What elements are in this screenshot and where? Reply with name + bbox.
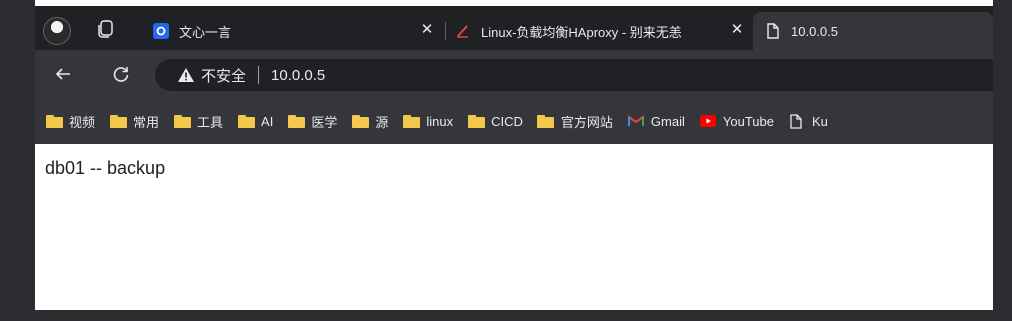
close-tab-icon[interactable]: ✕ — [419, 22, 435, 38]
page-content: db01 -- backup — [35, 144, 993, 310]
folder-icon — [173, 114, 191, 128]
bookmark-label: linux — [426, 113, 454, 129]
bookmarks-bar: 视频 常用 工具 AI 医学 源 linux CICD 官方网站 Gmail Y… — [35, 98, 993, 144]
folder-icon — [287, 114, 305, 128]
tab-title: Linux-负载均衡HAproxy - 别来无恙 — [481, 24, 682, 40]
address-bar[interactable]: 不安全 10.0.0.5 — [155, 59, 993, 91]
bookmark-label: 工具 — [197, 114, 224, 130]
warning-icon[interactable] — [177, 67, 195, 83]
toolbar: 不安全 10.0.0.5 — [35, 50, 993, 98]
bookmark-folder-linux[interactable]: linux — [402, 114, 453, 129]
bookmark-label: CICD — [491, 113, 523, 129]
bookmark-label: Ku — [811, 113, 828, 129]
tab-title: 10.0.0.5 — [791, 23, 838, 39]
tab-actions-icon[interactable] — [95, 18, 117, 40]
security-status-label[interactable]: 不安全 — [201, 65, 246, 86]
url-text[interactable]: 10.0.0.5 — [271, 67, 325, 84]
bookmark-label: 官方网站 — [560, 114, 613, 130]
bookmark-ku[interactable]: Ku — [788, 114, 828, 129]
address-separator — [258, 66, 260, 84]
tab-title: 文心一言 — [179, 24, 232, 40]
browser-window: 文心一言 ✕ Linux-负载均衡HAproxy - 别来无恙 ✕ 10.0.0 — [35, 0, 993, 310]
page-icon — [788, 113, 806, 129]
bookmark-label: 医学 — [311, 114, 338, 130]
bookmark-folder-tools[interactable]: 工具 — [173, 112, 223, 131]
tab-haproxy[interactable]: Linux-负载均衡HAproxy - 别来无恙 ✕ — [443, 12, 753, 50]
bookmark-youtube[interactable]: YouTube — [699, 114, 774, 129]
page-icon — [765, 23, 781, 39]
folder-icon — [537, 114, 555, 128]
profile-avatar[interactable] — [43, 17, 71, 45]
folder-icon — [45, 114, 63, 128]
bookmark-label: YouTube — [722, 113, 774, 129]
youtube-icon — [699, 114, 717, 128]
folder-icon — [402, 114, 420, 128]
bookmark-label: 视频 — [69, 114, 96, 130]
folder-icon — [467, 114, 485, 128]
bookmark-label: Gmail — [650, 113, 685, 129]
reload-icon[interactable] — [109, 62, 133, 86]
bookmark-gmail[interactable]: Gmail — [627, 114, 685, 129]
bookmark-folder-common[interactable]: 常用 — [109, 112, 159, 131]
page-body-text: db01 -- backup — [45, 158, 166, 178]
folder-icon — [109, 114, 127, 128]
baidu-ernie-icon — [153, 23, 169, 39]
back-arrow-icon[interactable] — [51, 62, 75, 86]
bookmark-label: 源 — [375, 114, 389, 130]
bookmark-folder-source[interactable]: 源 — [351, 112, 388, 131]
bookmark-folder-ai[interactable]: AI — [237, 114, 273, 129]
tab-active[interactable]: 10.0.0.5 — [753, 12, 993, 50]
bookmark-folder-video[interactable]: 视频 — [45, 112, 95, 131]
tab-wenxin[interactable]: 文心一言 ✕ — [153, 12, 443, 50]
bookmark-label: AI — [261, 113, 274, 129]
bookmark-folder-cicd[interactable]: CICD — [467, 114, 523, 129]
close-tab-icon[interactable]: ✕ — [729, 22, 745, 38]
pen-icon — [455, 23, 471, 39]
folder-icon — [237, 114, 255, 128]
tab-strip: 文心一言 ✕ Linux-负载均衡HAproxy - 别来无恙 ✕ 10.0.0 — [35, 6, 993, 50]
gmail-icon — [627, 114, 645, 128]
folder-icon — [351, 114, 369, 128]
bookmark-label: 常用 — [133, 114, 160, 130]
bookmark-folder-medicine[interactable]: 医学 — [287, 112, 337, 131]
bookmark-folder-official-sites[interactable]: 官方网站 — [537, 112, 613, 131]
